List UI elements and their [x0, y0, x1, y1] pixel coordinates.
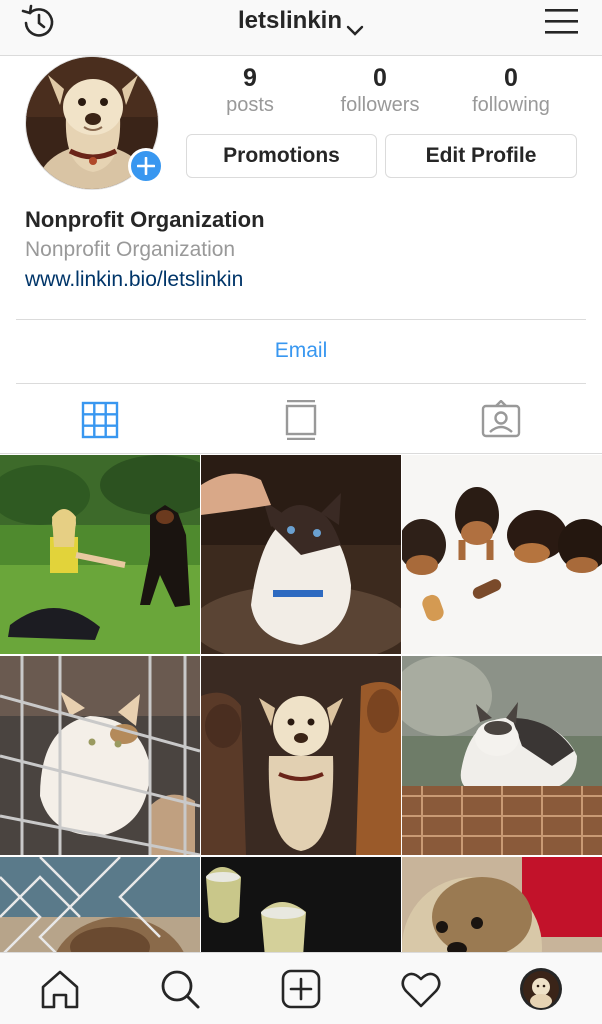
following-count[interactable]: 0 following: [446, 62, 576, 116]
post-cat-in-cage[interactable]: [0, 656, 200, 855]
post-dog-behind-fence[interactable]: [0, 857, 200, 952]
posts-count[interactable]: 9 posts: [185, 62, 315, 116]
profile-category: Nonprofit Organization: [25, 238, 236, 261]
following-label: following: [472, 94, 550, 116]
profile-tabs: [0, 384, 602, 454]
following-value: 0: [504, 64, 518, 92]
grid-icon[interactable]: [80, 400, 120, 440]
add-story-button[interactable]: [128, 148, 164, 184]
feed-icon[interactable]: [281, 399, 321, 441]
post-three-dogs[interactable]: [201, 656, 401, 855]
plus-icon: [137, 157, 155, 175]
hamburger-menu-icon[interactable]: [544, 6, 580, 36]
bottom-nav: [0, 952, 602, 1024]
followers-label: followers: [340, 94, 420, 116]
posts-grid: [0, 455, 602, 952]
profile-website-link[interactable]: www.linkin.bio/letslinkin: [25, 265, 585, 295]
post-cat-on-crate[interactable]: [402, 656, 602, 855]
profile-avatar[interactable]: [25, 56, 164, 192]
tagged-icon[interactable]: [481, 399, 521, 440]
post-wine-glasses[interactable]: [201, 857, 401, 952]
profile-bio: Nonprofit Organization Nonprofit Organiz…: [25, 205, 585, 295]
username-title: letslinkin: [237, 7, 343, 34]
new-post-icon[interactable]: [279, 967, 323, 1011]
chevron-down-icon: [346, 16, 364, 36]
search-icon[interactable]: [158, 967, 202, 1011]
top-bar: letslinkin: [0, 0, 602, 56]
profile-stats: 9 posts 0 followers 0 following: [185, 62, 577, 122]
post-woman-with-doberman[interactable]: [0, 455, 200, 654]
post-yorkie-closeup[interactable]: [402, 857, 602, 952]
home-icon[interactable]: [38, 967, 82, 1011]
email-button[interactable]: Email: [0, 320, 602, 382]
posts-label: posts: [226, 94, 274, 116]
account-switcher[interactable]: letslinkin: [0, 7, 602, 36]
post-puppies-with-treats[interactable]: [402, 455, 602, 654]
followers-value: 0: [373, 64, 387, 92]
profile-name: Nonprofit Organization: [25, 207, 265, 232]
activity-heart-icon[interactable]: [399, 967, 443, 1011]
profile-avatar-icon[interactable]: [519, 967, 563, 1011]
posts-value: 9: [243, 64, 257, 92]
post-cat-with-hand[interactable]: [201, 455, 401, 654]
followers-count[interactable]: 0 followers: [315, 62, 445, 116]
promotions-button[interactable]: Promotions: [186, 134, 377, 178]
edit-profile-button[interactable]: Edit Profile: [385, 134, 577, 178]
